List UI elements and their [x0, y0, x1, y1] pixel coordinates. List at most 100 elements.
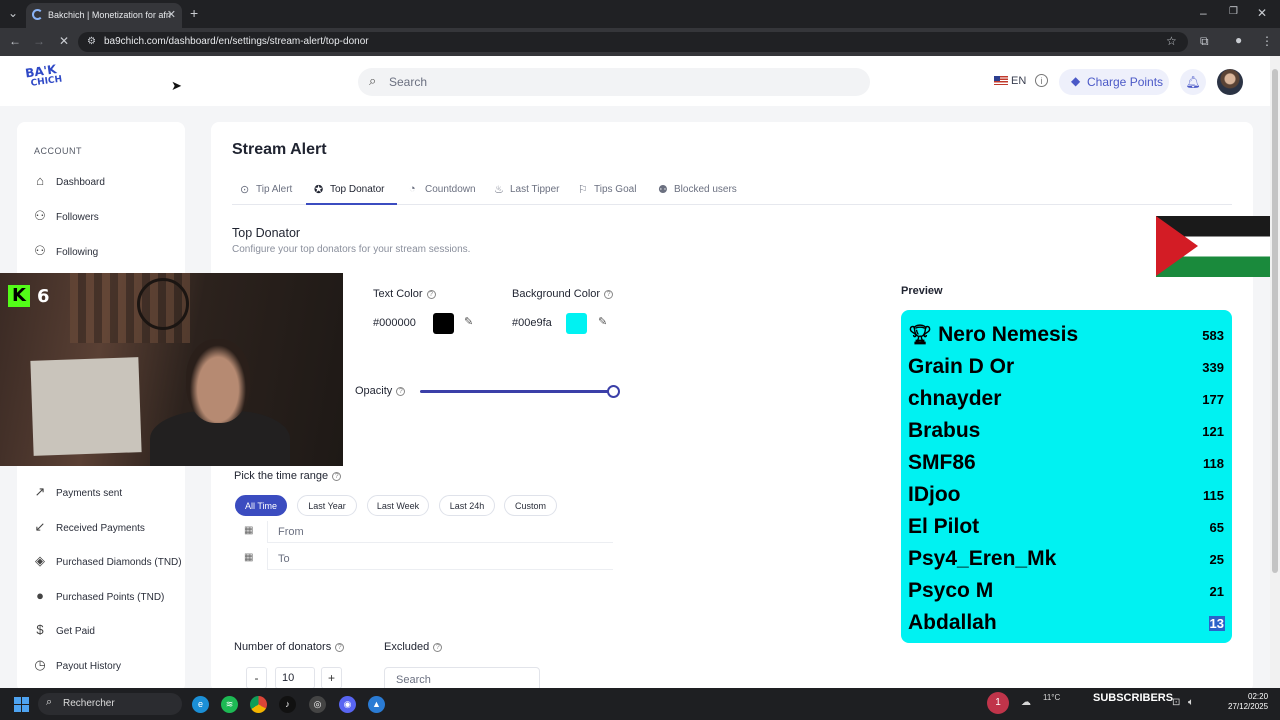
opacity-slider-thumb[interactable] — [607, 385, 620, 398]
text-color-swatch[interactable] — [433, 313, 454, 334]
site-info-icon[interactable]: ⚙ — [87, 36, 96, 47]
decrement-button[interactable]: - — [246, 667, 267, 689]
help-icon[interactable]: ? — [396, 387, 406, 396]
help-icon[interactable]: ? — [335, 643, 345, 652]
profile-icon[interactable]: ● — [1235, 33, 1242, 47]
network-icon[interactable]: ⊡ — [1172, 697, 1180, 708]
weather-icon[interactable]: ☁ — [1021, 697, 1031, 708]
forward-icon[interactable]: → — [33, 34, 45, 48]
maximize-icon[interactable]: ❐ — [1229, 6, 1238, 17]
help-icon[interactable]: ? — [426, 290, 436, 299]
sidebar-item-received-payments[interactable]: ↙ Received Payments — [32, 518, 182, 540]
tab-tips-goal[interactable]: ⚐ Tips Goal — [578, 184, 636, 196]
date-from-field[interactable]: ▦ From — [234, 521, 613, 543]
sidebar-item-get-paid[interactable]: $ Get Paid — [32, 621, 182, 643]
range-last-week-button[interactable]: Last Week — [367, 495, 429, 516]
donor-name: Abdallah — [908, 611, 997, 634]
charge-points-label: Charge Points — [1087, 75, 1164, 89]
browser-menu-icon[interactable]: ⋮ — [1261, 34, 1273, 48]
date-to-field[interactable]: ▦ To — [234, 548, 613, 570]
sidebar-item-purchased-diamonds[interactable]: ◈ Purchased Diamonds (TND) — [32, 552, 182, 574]
list-item: Psyco M 21 — [908, 573, 1225, 605]
range-custom-button[interactable]: Custom — [504, 495, 557, 516]
donor-score: 118 — [1203, 456, 1224, 471]
tab-top-donator[interactable]: ✪ Top Donator — [314, 184, 384, 196]
subscribers-label: SUBSCRIBERS — [1093, 692, 1174, 704]
eyedropper-icon[interactable]: ✎ — [464, 315, 473, 328]
back-icon[interactable]: ← — [9, 34, 21, 48]
url-field[interactable]: ⚙ ba9chich.com/dashboard/en/settings/str… — [78, 32, 1188, 52]
donor-name-row: 🏆︎ Nero Nemesis — [908, 323, 1078, 347]
notification-badge[interactable]: 1 — [987, 692, 1009, 714]
opacity-slider-track[interactable] — [420, 390, 613, 393]
bookmark-star-icon[interactable]: ☆ — [1166, 34, 1177, 48]
taskbar-search[interactable]: ⌕ Rechercher — [38, 693, 182, 715]
from-input[interactable]: From — [267, 521, 613, 543]
page-scrollbar[interactable] — [1270, 56, 1280, 688]
avatar[interactable] — [1217, 69, 1243, 95]
charge-points-button[interactable]: ◆ Charge Points — [1059, 69, 1169, 95]
help-icon[interactable]: ? — [332, 472, 342, 481]
list-item: chnayder 177 — [908, 381, 1225, 413]
sidebar-item-followers[interactable]: ⚇ Followers — [32, 207, 182, 229]
eyedropper-icon[interactable]: ✎ — [598, 315, 607, 328]
language-selector[interactable]: EN — [994, 75, 1026, 87]
chrome-icon[interactable] — [250, 696, 267, 713]
sidebar-item-payout-history[interactable]: ◷ Payout History — [32, 656, 182, 678]
tab-last-tipper[interactable]: ♨ Last Tipper — [494, 184, 559, 196]
dollar-icon: $ — [36, 622, 44, 637]
windows-start-icon[interactable] — [14, 697, 29, 712]
tab-blocked-users[interactable]: ⚉ Blocked users — [658, 184, 737, 196]
stream-alert-panel: Stream Alert ⊙ Tip Alert ✪ Top Donator ◔ Co… — [211, 122, 1253, 692]
spotify-icon[interactable]: ≋ — [221, 696, 238, 713]
tab-countdown[interactable]: ◔ Countdown — [409, 183, 476, 195]
bakchich-logo[interactable]: BA'K CHICH — [24, 62, 63, 91]
tiktok-icon[interactable]: ♪ — [279, 696, 296, 713]
tab-label: Tip Alert — [256, 184, 293, 195]
sidebar-item-following[interactable]: ⚇ Following — [32, 242, 182, 264]
number-of-donators-label: Number of donators? — [234, 641, 345, 653]
sidebar-item-purchased-points[interactable]: ● Purchased Points (TND) — [32, 587, 182, 609]
help-icon[interactable]: ? — [433, 643, 443, 652]
app-icon[interactable]: ▲ — [368, 696, 385, 713]
help-icon[interactable]: ? — [604, 290, 614, 299]
donor-name: Brabus — [908, 419, 981, 442]
tab-tip-alert[interactable]: ⊙ Tip Alert — [240, 184, 293, 196]
obs-icon[interactable]: ◎ — [309, 696, 326, 713]
sidebar-item-dashboard[interactable]: ⌂ Dashboard — [32, 172, 182, 194]
range-last-24h-button[interactable]: Last 24h — [439, 495, 495, 516]
donor-name: IDjoo — [908, 483, 961, 506]
donor-score: 177 — [1202, 392, 1224, 407]
clock-time: 02:20 — [1248, 692, 1269, 701]
notification-bell-icon[interactable]: 🔔︎ — [1180, 69, 1206, 95]
extensions-icon[interactable]: ⧉ — [1200, 34, 1209, 49]
donators-count-input[interactable]: 10 — [275, 667, 315, 689]
volume-icon[interactable]: 🔈︎ — [1188, 697, 1194, 708]
discord-icon[interactable]: ◉ — [339, 696, 356, 713]
new-tab-icon[interactable]: + — [190, 5, 198, 21]
search-input[interactable]: ⌕ Search — [358, 68, 870, 96]
list-item: 🏆︎ Nero Nemesis 583 — [908, 317, 1225, 349]
info-icon[interactable]: i — [1035, 74, 1048, 87]
excluded-label-text: Excluded — [384, 641, 430, 653]
increment-button[interactable]: + — [321, 667, 342, 689]
taskbar-clock[interactable]: 02:20 27/12/2025 — [1228, 692, 1268, 712]
donor-name: Psyco M — [908, 579, 994, 602]
range-last-year-button[interactable]: Last Year — [297, 495, 357, 516]
range-all-time-button[interactable]: All Time — [235, 495, 287, 516]
close-tab-icon[interactable]: ✕ — [167, 8, 176, 21]
diamond-icon: ◈ — [35, 553, 45, 568]
page-title: Stream Alert — [232, 141, 327, 158]
browser-tab[interactable]: Bakchich | Monetization for afri ✕ — [26, 3, 182, 28]
scrollbar-thumb[interactable] — [1272, 69, 1278, 573]
to-input[interactable]: To — [267, 548, 613, 570]
background-color-swatch[interactable] — [566, 313, 587, 334]
tab-list-icon[interactable]: ⌄ — [8, 6, 18, 20]
sidebar-item-payments-sent[interactable]: ↗ Payments sent — [32, 483, 182, 505]
edge-icon[interactable]: e — [192, 696, 209, 713]
temperature: 11°C — [1043, 693, 1061, 702]
stop-icon[interactable]: ✕ — [59, 34, 69, 48]
section-subtitle: Configure your top donators for your str… — [232, 244, 471, 255]
close-window-icon[interactable]: ✕ — [1257, 6, 1267, 20]
minimize-icon[interactable]: – — [1200, 6, 1207, 20]
